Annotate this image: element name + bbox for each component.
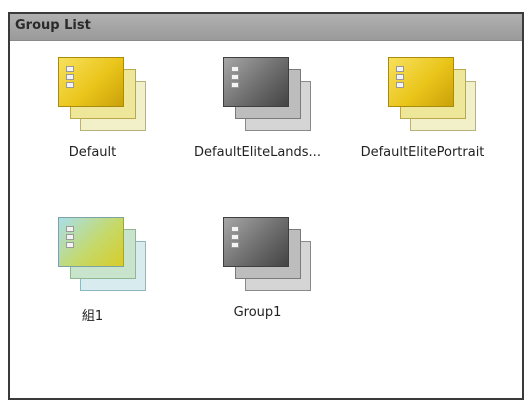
group-item-zu1[interactable]: 組1 <box>10 211 175 341</box>
group-yellow-icon <box>58 51 150 133</box>
panel-title: Group List <box>15 18 91 33</box>
group-teal-icon <box>58 211 150 293</box>
group-item-defaulteliteportrait[interactable]: DefaultElitePortrait <box>340 51 505 181</box>
group-item-group1[interactable]: Group1 <box>175 211 340 341</box>
group-label: Default <box>68 145 117 160</box>
panel-header: Group List <box>10 14 522 41</box>
group-yellow-icon <box>388 51 480 133</box>
group-label: Group1 <box>233 305 282 320</box>
group-label: 組1 <box>81 309 104 324</box>
group-grid: Default DefaultEliteLands... DefaultElit… <box>10 41 522 398</box>
group-list-panel: Group List Default DefaultEliteLands... … <box>8 12 524 400</box>
group-label: DefaultEliteLands... <box>194 145 321 160</box>
group-label: DefaultElitePortrait <box>360 145 485 160</box>
group-item-default[interactable]: Default <box>10 51 175 181</box>
group-item-defaultelitelandscape[interactable]: DefaultEliteLands... <box>175 51 340 181</box>
group-gray-icon <box>223 51 315 133</box>
group-gray-icon <box>223 211 315 293</box>
